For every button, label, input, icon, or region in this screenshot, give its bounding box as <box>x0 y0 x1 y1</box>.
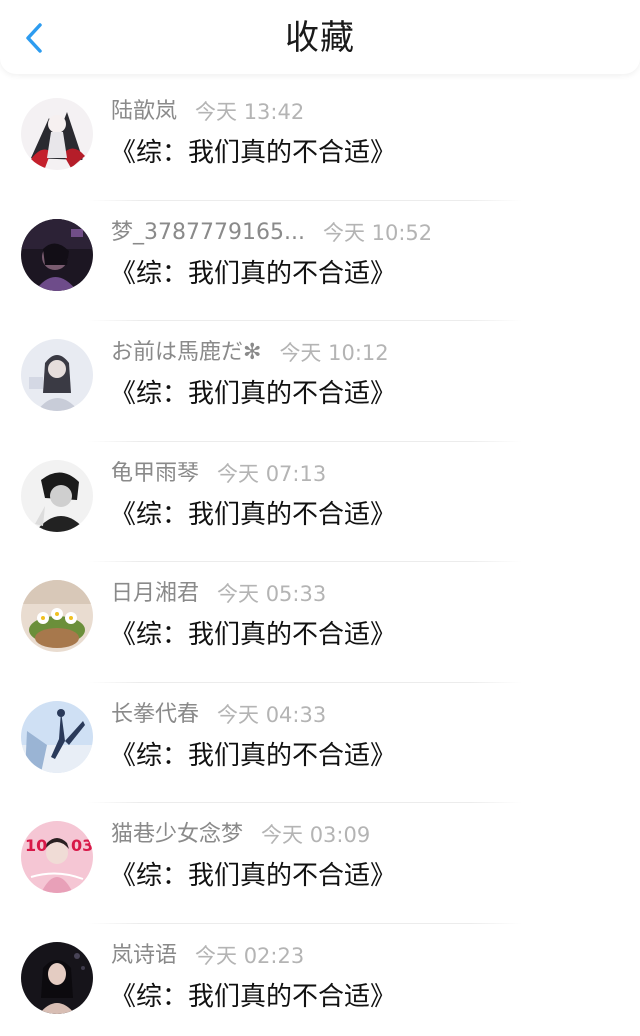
item-meta: 陆歆岚 今天 13:42 <box>111 97 304 127</box>
avatar[interactable]: 10 03 <box>21 821 93 893</box>
svg-text:03: 03 <box>71 836 93 855</box>
avatar[interactable] <box>21 941 93 1014</box>
item-content[interactable]: 《综：我们真的不合适》 <box>110 256 396 292</box>
item-meta: お前は馬鹿だ✻ 今天 10:12 <box>111 338 389 368</box>
top-bar: 收藏 <box>0 0 640 74</box>
avatar[interactable] <box>21 339 93 411</box>
item-meta: 猫巷少女念梦 今天 03:09 <box>111 820 370 850</box>
username[interactable]: 猫巷少女念梦 <box>111 820 243 850</box>
list-item[interactable]: 10 03 猫巷少女念梦 今天 03:09 《综：我们真的不合适》 <box>0 803 640 924</box>
item-content[interactable]: 《综：我们真的不合适》 <box>110 979 396 1015</box>
list-item[interactable]: 长拳代春 今天 04:33 《综：我们真的不合适》 <box>0 683 640 803</box>
username[interactable]: 长拳代春 <box>111 700 199 730</box>
list-item[interactable]: 日月湘君 今天 05:33 《综：我们真的不合适》 <box>0 562 640 683</box>
username[interactable]: 梦_3787779165... <box>111 218 305 248</box>
item-content[interactable]: 《综：我们真的不合适》 <box>110 858 396 894</box>
username[interactable]: 陆歆岚 <box>111 97 177 127</box>
svg-text:10: 10 <box>25 836 47 855</box>
item-content[interactable]: 《综：我们真的不合适》 <box>110 376 396 412</box>
item-content[interactable]: 《综：我们真的不合适》 <box>110 617 396 653</box>
username[interactable]: 岚诗语 <box>111 941 177 971</box>
item-content[interactable]: 《综：我们真的不合适》 <box>110 497 396 533</box>
timestamp: 今天 10:52 <box>322 220 433 245</box>
avatar[interactable] <box>21 580 93 652</box>
list-item[interactable]: 岚诗语 今天 02:23 《综：我们真的不合适》 <box>0 924 640 1036</box>
username[interactable]: 龟甲雨琴 <box>111 459 199 489</box>
favorites-list: 陆歆岚 今天 13:42 《综：我们真的不合适》 梦_3787779165... <box>0 80 640 1036</box>
list-item[interactable]: お前は馬鹿だ✻ 今天 10:12 《综：我们真的不合适》 <box>0 321 640 442</box>
username[interactable]: 日月湘君 <box>111 579 199 609</box>
item-meta: 长拳代春 今天 04:33 <box>111 700 326 730</box>
username[interactable]: お前は馬鹿だ✻ <box>111 338 261 368</box>
timestamp: 今天 10:12 <box>279 341 389 365</box>
item-meta: 梦_3787779165... 今天 10:52 <box>111 218 432 248</box>
favorites-page: 收藏 陆歆岚 今天 13:42 《综：我们真的不合适》 梦_3787779165… <box>0 0 640 1036</box>
item-meta: 岚诗语 今天 02:23 <box>111 941 304 971</box>
timestamp: 今天 03:09 <box>261 823 371 847</box>
list-item[interactable]: 梦_3787779165... 今天 10:52 《综：我们真的不合适》 <box>0 201 640 321</box>
timestamp: 今天 13:42 <box>195 100 305 124</box>
avatar[interactable] <box>21 218 93 291</box>
avatar[interactable] <box>21 459 93 532</box>
item-content[interactable]: 《综：我们真的不合适》 <box>110 738 396 774</box>
page-title: 收藏 <box>285 18 355 58</box>
timestamp: 今天 05:33 <box>217 582 327 606</box>
item-content[interactable]: 《综：我们真的不合适》 <box>110 135 396 171</box>
list-item[interactable]: 陆歆岚 今天 13:42 《综：我们真的不合适》 <box>0 80 640 201</box>
item-meta: 龟甲雨琴 今天 07:13 <box>111 459 326 489</box>
avatar[interactable] <box>21 98 93 170</box>
list-item[interactable]: 龟甲雨琴 今天 07:13 《综：我们真的不合适》 <box>0 442 640 562</box>
timestamp: 今天 07:13 <box>217 461 327 486</box>
timestamp: 今天 02:23 <box>195 943 305 968</box>
item-meta: 日月湘君 今天 05:33 <box>111 579 326 609</box>
timestamp: 今天 04:33 <box>217 702 327 727</box>
avatar[interactable] <box>21 700 93 773</box>
